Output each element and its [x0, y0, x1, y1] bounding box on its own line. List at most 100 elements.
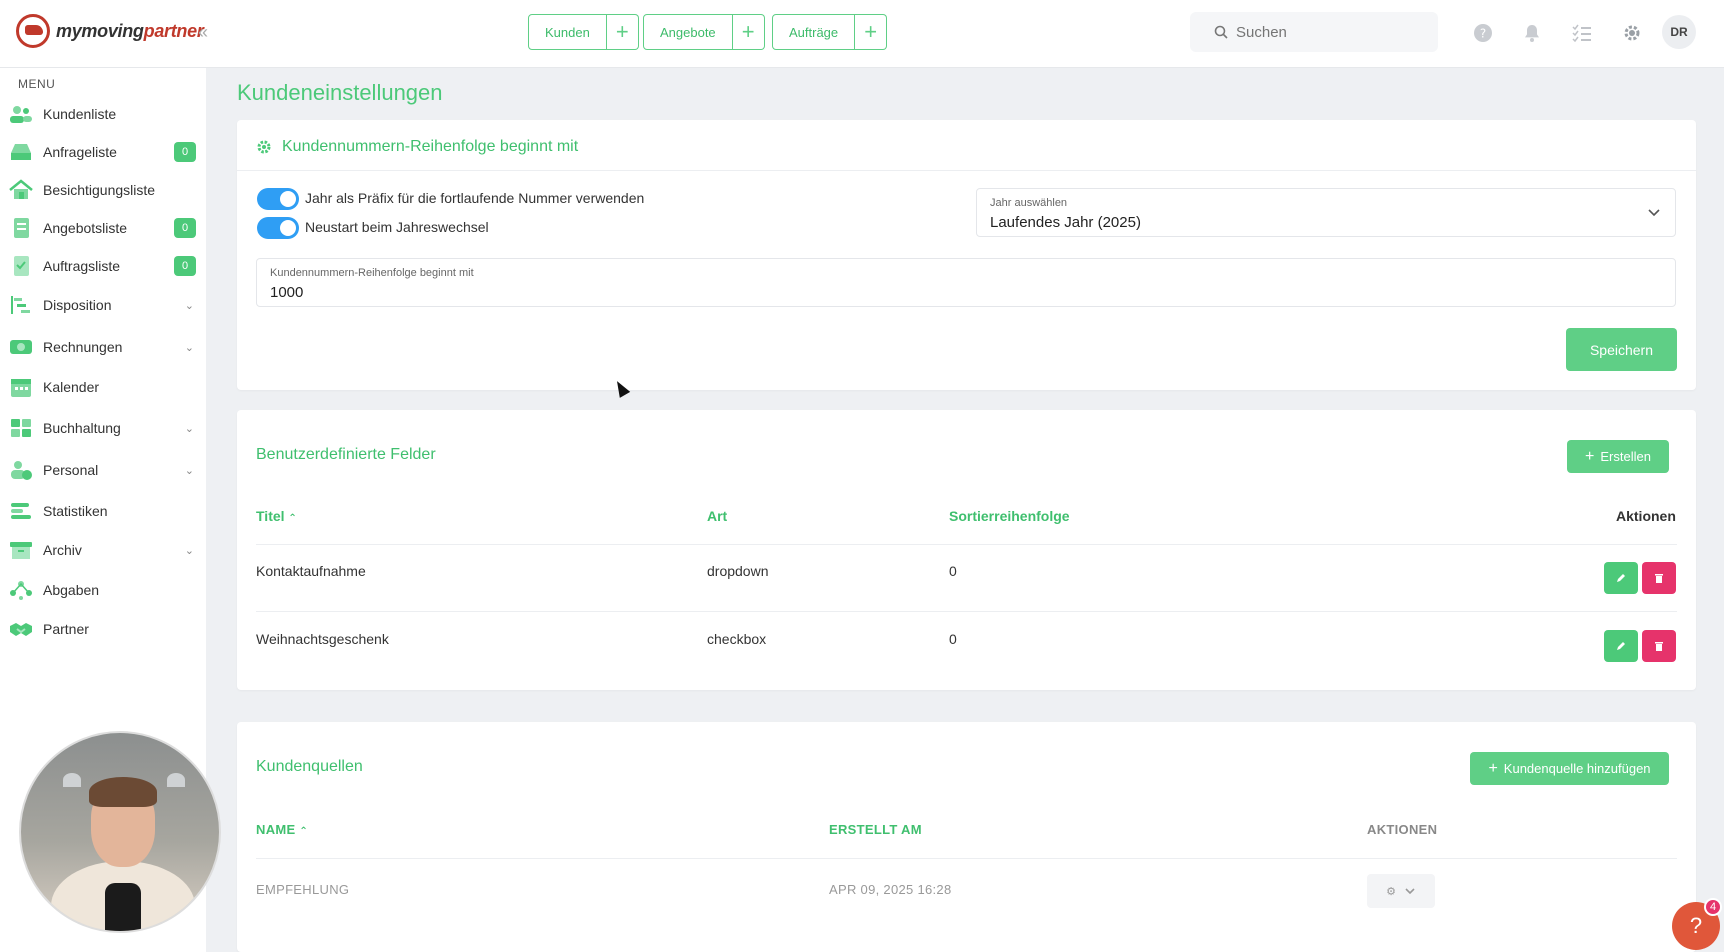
sidebar-item-kalender[interactable]: Kalender — [8, 372, 198, 402]
chevron-down-icon — [1647, 205, 1661, 221]
field-title: Kontaktaufnahme — [256, 563, 366, 579]
users-icon — [8, 103, 34, 125]
kunden-button[interactable]: Kunden — [528, 14, 607, 50]
chevron-down-icon: ⌄ — [184, 341, 194, 354]
year-select-value: Laufendes Jahr (2025) — [990, 214, 1141, 231]
year-prefix-toggle[interactable] — [257, 188, 299, 210]
create-field-button[interactable]: + Erstellen — [1567, 440, 1669, 473]
sidebar-item-abgaben[interactable]: Abgaben — [8, 575, 198, 605]
sidebar-item-label: Auftragsliste — [43, 258, 121, 274]
start-number-label: Kundennummern-Reihenfolge beginnt mit — [270, 267, 474, 279]
save-button[interactable]: Speichern — [1566, 328, 1677, 371]
sidebar-item-auftragsliste[interactable]: Auftragsliste 0 — [8, 251, 198, 281]
page-title: Kundeneinstellungen — [237, 80, 443, 105]
sidebar-item-label: Abgaben — [43, 582, 100, 598]
year-select-label: Jahr auswählen — [990, 197, 1068, 209]
search-input[interactable] — [1236, 23, 1416, 41]
microphone-shape — [105, 883, 141, 931]
sidebar-item-besichtigungsliste[interactable]: Besichtigungsliste — [8, 175, 198, 205]
sidebar-item-label: Angebotsliste — [43, 220, 128, 236]
year-select[interactable]: Jahr auswählen Laufendes Jahr (2025) — [976, 188, 1676, 237]
sidebar-item-label: Archiv — [43, 542, 82, 558]
brand-logo[interactable]: mymovingpartner — [16, 14, 204, 48]
plus-icon: + — [1585, 447, 1595, 465]
sources-card: Kundenquellen + Kundenquelle hinzufügen … — [237, 722, 1696, 952]
webcam-overlay — [19, 731, 221, 933]
sidebar-item-archiv[interactable]: Archiv ⌄ — [8, 535, 198, 565]
sidebar-item-angebotsliste[interactable]: Angebotsliste 0 — [8, 213, 198, 243]
col-sort[interactable]: Sortierreihenfolge — [949, 508, 1070, 524]
delete-button[interactable] — [1642, 562, 1676, 594]
add-auftrag-icon[interactable]: + — [855, 14, 888, 50]
field-type: checkbox — [707, 631, 767, 647]
chevron-down-icon: ⌄ — [184, 464, 194, 477]
col-source-actions: AKTIONEN — [1367, 822, 1438, 837]
bell-icon[interactable] — [1521, 22, 1543, 44]
custom-fields-card: Benutzerdefinierte Felder + Erstellen Ti… — [237, 410, 1696, 690]
edit-button[interactable] — [1604, 562, 1638, 594]
add-source-button[interactable]: + Kundenquelle hinzufügen — [1470, 752, 1669, 785]
year-reset-label: Neustart beim Jahreswechsel — [305, 219, 489, 235]
start-number-value[interactable]: 1000 — [270, 284, 303, 301]
sidebar-item-partner[interactable]: Partner — [8, 614, 198, 644]
quick-angebote: Angebote + — [643, 14, 765, 50]
count-badge: 0 — [174, 218, 196, 238]
search-box[interactable] — [1190, 12, 1438, 52]
document-icon — [8, 217, 34, 239]
sidebar-item-label: Anfrageliste — [43, 144, 117, 160]
source-name: EMPFEHLUNG — [256, 882, 350, 897]
task-list-icon[interactable] — [1571, 22, 1593, 44]
gear-icon — [257, 140, 271, 154]
field-title: Weihnachtsgeschenk — [256, 631, 389, 647]
col-type[interactable]: Art — [707, 508, 727, 524]
logo-icon — [16, 14, 50, 48]
sidebar-item-anfrageliste[interactable]: Anfrageliste 0 — [8, 137, 198, 167]
help-icon[interactable]: ? — [1472, 22, 1494, 44]
sidebar-item-buchhaltung[interactable]: Buchhaltung ⌄ — [8, 413, 198, 443]
user-avatar[interactable]: DR — [1662, 15, 1696, 49]
col-actions: Aktionen — [1616, 508, 1676, 524]
col-name[interactable]: NAME ⌃ — [256, 822, 308, 837]
lamp-shape — [167, 773, 185, 787]
sidebar-item-label: Kalender — [43, 379, 100, 395]
edit-button[interactable] — [1604, 630, 1638, 662]
sidebar-item-label: Rechnungen — [43, 339, 123, 355]
delete-button[interactable] — [1642, 630, 1676, 662]
sort-asc-icon: ⌃ — [288, 513, 297, 524]
year-prefix-label: Jahr als Präfix für die fortlaufende Num… — [305, 190, 645, 206]
angebote-button[interactable]: Angebote — [643, 14, 733, 50]
sidebar-item-kundenliste[interactable]: Kundenliste — [8, 99, 198, 129]
trash-icon — [1655, 642, 1663, 651]
col-created[interactable]: ERSTELLT AM — [829, 822, 922, 837]
inbox-icon — [8, 141, 34, 163]
house-icon — [8, 179, 34, 201]
auftraege-button[interactable]: Aufträge — [772, 14, 856, 50]
chevron-down-icon: ⌄ — [184, 299, 194, 312]
add-angebot-icon[interactable]: + — [732, 14, 765, 50]
collapse-sidebar-icon[interactable]: « — [198, 22, 208, 43]
chevron-down-icon: ⌄ — [184, 422, 194, 435]
numbering-heading: Kundennummern-Reihenfolge beginnt mit — [256, 138, 578, 156]
sidebar-item-rechnungen[interactable]: Rechnungen ⌄ — [8, 332, 198, 362]
top-header: mymovingpartner « Kunden + Angebote + Au… — [0, 0, 1724, 68]
custom-fields-heading: Benutzerdefinierte Felder — [256, 446, 436, 463]
staff-icon — [8, 459, 34, 481]
divider — [237, 170, 1696, 171]
sidebar-item-personal[interactable]: Personal ⌄ — [8, 455, 198, 485]
sidebar-item-label: Personal — [43, 462, 99, 478]
search-icon — [1214, 25, 1228, 39]
handshake-icon — [8, 618, 34, 640]
sidebar-item-statistiken[interactable]: Statistiken — [8, 496, 198, 526]
sidebar-item-label: Disposition — [43, 297, 112, 313]
col-title[interactable]: Titel ⌃ — [256, 508, 297, 524]
year-reset-toggle[interactable] — [257, 217, 299, 239]
gear-icon[interactable] — [1621, 22, 1643, 44]
gear-icon: ⚙ — [1386, 885, 1396, 898]
add-kunde-icon[interactable]: + — [606, 14, 639, 50]
menu-label: MENU — [18, 77, 56, 91]
source-actions-dropdown[interactable]: ⚙ — [1367, 874, 1435, 908]
sidebar-item-disposition[interactable]: Disposition ⌄ — [8, 290, 198, 320]
start-number-field[interactable]: Kundennummern-Reihenfolge beginnt mit 10… — [256, 258, 1676, 307]
create-field-label: Erstellen — [1600, 449, 1651, 464]
pencil-icon — [1617, 642, 1625, 650]
